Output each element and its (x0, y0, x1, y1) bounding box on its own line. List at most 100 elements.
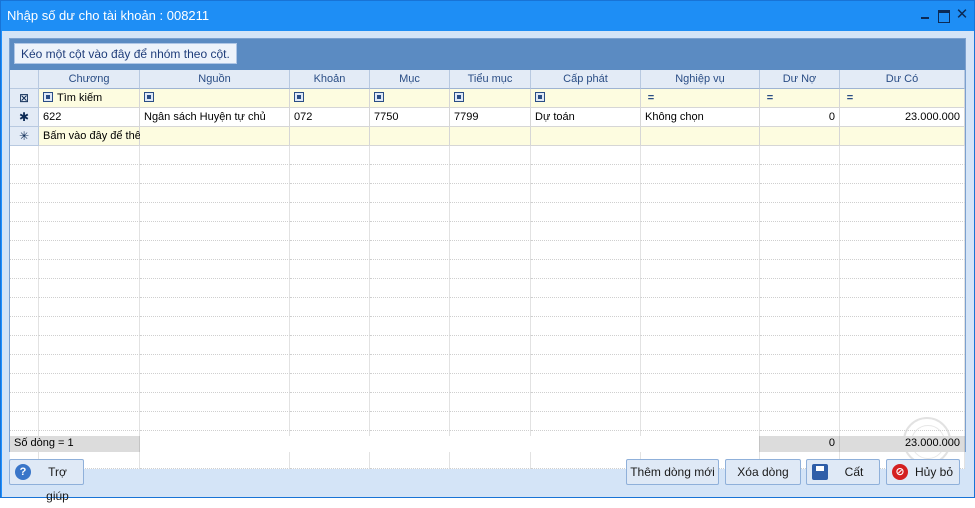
empty-cell (39, 241, 140, 260)
filter-cell-muc[interactable] (370, 89, 450, 108)
column-header-nghiep-vu[interactable]: Nghiệp vụ (641, 70, 760, 89)
empty-cell (290, 203, 370, 222)
equals-operator-icon[interactable]: = (844, 89, 856, 107)
title-bar[interactable]: Nhập số dư cho tài khoản : 008211 ✕ (1, 1, 974, 31)
column-header-nguon[interactable]: Nguồn (140, 70, 290, 89)
filter-cell-nghiep-vu[interactable]: = (641, 89, 760, 108)
column-header-tieu-muc[interactable]: Tiểu mục (450, 70, 531, 89)
add-row-button[interactable]: Thêm dòng mới (626, 459, 719, 485)
empty-cell (531, 393, 641, 412)
empty-cell (760, 393, 840, 412)
cell-tieu-muc[interactable]: 7799 (450, 108, 531, 127)
empty-cell (641, 317, 760, 336)
table-row[interactable]: ✱ 622 Ngân sách Huyện tự chủ 072 7750 77… (10, 108, 965, 127)
equals-operator-icon[interactable]: = (645, 89, 657, 107)
column-header-cap-phat[interactable]: Cấp phát (531, 70, 641, 89)
filter-operator-icon[interactable] (144, 92, 154, 103)
empty-cell (531, 374, 641, 393)
new-row-cell[interactable] (290, 127, 370, 146)
empty-cell (641, 412, 760, 431)
cancel-button[interactable]: ⊘ Hủy bỏ (886, 459, 960, 485)
filter-cell-khoan[interactable] (290, 89, 370, 108)
filter-cell-chuong[interactable]: Tìm kiếm (39, 89, 140, 108)
empty-cell (531, 260, 641, 279)
new-row[interactable]: ✳ Bấm vào đây để thêm mới (10, 127, 965, 146)
column-header-du-co[interactable]: Dư Có (840, 70, 965, 89)
empty-cell (39, 298, 140, 317)
column-header-chuong[interactable]: Chương (39, 70, 140, 89)
maximize-icon[interactable] (936, 7, 952, 23)
filter-cell-tieu-muc[interactable] (450, 89, 531, 108)
cell-cap-phat[interactable]: Dự toán (531, 108, 641, 127)
filter-cell-du-co[interactable]: = (840, 89, 965, 108)
filter-clear-icon[interactable]: ⊠ (10, 89, 39, 108)
empty-grid-row (10, 412, 965, 431)
empty-grid-row (10, 298, 965, 317)
add-row-button-label: Thêm dòng mới (630, 465, 715, 479)
cell-chuong[interactable]: 622 (39, 108, 140, 127)
new-row-cell[interactable] (450, 127, 531, 146)
empty-cell (290, 317, 370, 336)
empty-cell (450, 241, 531, 260)
column-header-muc[interactable]: Mục (370, 70, 450, 89)
equals-operator-icon[interactable]: = (764, 89, 776, 107)
filter-operator-icon[interactable] (43, 92, 53, 103)
empty-grid-row (10, 165, 965, 184)
empty-cell (140, 412, 290, 431)
empty-cell (290, 412, 370, 431)
empty-cell (290, 393, 370, 412)
new-row-cell[interactable] (840, 127, 965, 146)
empty-grid-row (10, 374, 965, 393)
empty-cell (450, 355, 531, 374)
empty-cell (450, 146, 531, 165)
filter-cell-nguon[interactable] (140, 89, 290, 108)
empty-cell (840, 146, 965, 165)
empty-cell (370, 260, 450, 279)
filter-operator-icon[interactable] (294, 92, 304, 103)
new-row-cell[interactable] (760, 127, 840, 146)
empty-cell (531, 279, 641, 298)
add-new-row-prompt[interactable]: Bấm vào đây để thêm mới (39, 127, 172, 146)
new-row-cell[interactable] (641, 127, 760, 146)
cell-nghiep-vu[interactable]: Không chọn (641, 108, 760, 127)
cell-muc[interactable]: 7750 (370, 108, 450, 127)
cell-nguon[interactable]: Ngân sách Huyện tự chủ (140, 108, 290, 127)
group-by-panel[interactable]: Kéo một cột vào đây để nhóm theo cột. (10, 39, 965, 70)
empty-grid-row (10, 336, 965, 355)
help-button[interactable]: ? Trợ giúp (9, 459, 84, 503)
delete-row-button[interactable]: Xóa dòng (725, 459, 801, 485)
filter-operator-icon[interactable] (454, 92, 464, 103)
empty-cell (840, 336, 965, 355)
empty-cell (531, 184, 641, 203)
save-button[interactable]: Cất (806, 459, 880, 485)
filter-cell-cap-phat[interactable] (531, 89, 641, 108)
empty-cell (760, 146, 840, 165)
filter-cell-du-no[interactable]: = (760, 89, 840, 108)
cell-khoan[interactable]: 072 (290, 108, 370, 127)
empty-cell (290, 222, 370, 241)
new-row-cell[interactable] (140, 127, 290, 146)
empty-cell (760, 260, 840, 279)
minimize-icon[interactable] (918, 7, 934, 23)
empty-cell (370, 298, 450, 317)
empty-cell (840, 298, 965, 317)
empty-cell (760, 412, 840, 431)
row-indicator (10, 412, 39, 431)
cell-du-co[interactable]: 23.000.000 (840, 108, 965, 127)
empty-cell (450, 336, 531, 355)
filter-operator-icon[interactable] (374, 92, 384, 103)
row-indicator (10, 279, 39, 298)
empty-cell (760, 203, 840, 222)
column-header-khoan[interactable]: Khoản (290, 70, 370, 89)
new-row-indicator-icon[interactable]: ✳ (10, 127, 39, 146)
row-edit-indicator-icon[interactable]: ✱ (10, 108, 39, 127)
filter-operator-icon[interactable] (535, 92, 545, 103)
empty-cell (760, 279, 840, 298)
new-row-cell[interactable] (531, 127, 641, 146)
close-icon[interactable]: ✕ (954, 7, 970, 23)
column-header-du-no[interactable]: Dư Nợ (760, 70, 840, 89)
empty-grid-row (10, 393, 965, 412)
row-indicator (10, 374, 39, 393)
cell-du-no[interactable]: 0 (760, 108, 840, 127)
new-row-cell[interactable] (370, 127, 450, 146)
